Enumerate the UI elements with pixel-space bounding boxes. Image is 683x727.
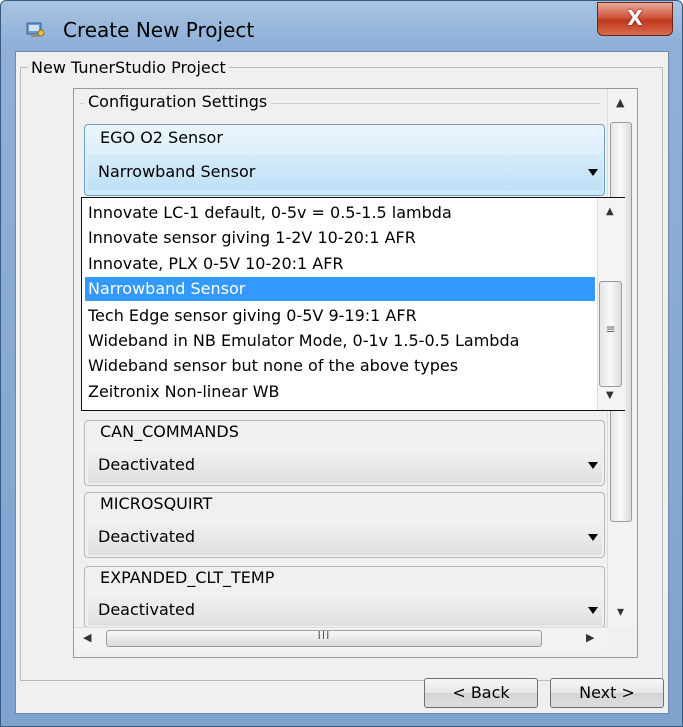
dropdown-scroll-up-icon[interactable]: ▲ xyxy=(606,206,614,217)
dropdown-scroll-down-icon[interactable]: ▼ xyxy=(606,390,614,401)
scroll-grip-icon: III xyxy=(317,629,331,642)
ego-sensor-value: Narrowband Sensor xyxy=(98,162,256,181)
scroll-right-icon[interactable]: ▶ xyxy=(586,631,594,644)
dropdown-option-selected[interactable]: Narrowband Sensor xyxy=(85,277,595,301)
chevron-down-icon xyxy=(588,169,598,176)
ego-sensor-select[interactable]: Narrowband Sensor xyxy=(88,154,602,190)
scroll-grip-icon: ≡ xyxy=(605,322,616,336)
microsquirt-value: Deactivated xyxy=(98,527,196,546)
window-title: Create New Project xyxy=(63,18,255,42)
dropdown-scroll-thumb[interactable]: ≡ xyxy=(599,281,622,387)
close-button[interactable]: X xyxy=(597,2,673,36)
scroll-up-icon[interactable]: ▲ xyxy=(616,96,624,109)
dropdown-option[interactable]: Innovate LC-1 default, 0-5v = 0.5-1.5 la… xyxy=(85,201,595,225)
can-commands-value: Deactivated xyxy=(98,455,196,474)
back-button[interactable]: < Back xyxy=(424,678,538,708)
close-icon: X xyxy=(627,6,643,30)
dropdown-option[interactable]: Tech Edge sensor giving 0-5V 9-19:1 AFR xyxy=(85,304,595,328)
scroll-down-icon[interactable]: ▾ xyxy=(617,604,624,620)
expanded-clt-temp-value: Deactivated xyxy=(98,600,196,619)
microsquirt-select[interactable]: Deactivated xyxy=(88,519,602,555)
scroll-left-icon[interactable]: ◀ xyxy=(83,631,91,644)
chevron-down-icon xyxy=(588,607,598,614)
project-group-label: New TunerStudio Project xyxy=(28,58,229,77)
config-settings-label: Configuration Settings xyxy=(84,92,272,111)
title-bar[interactable]: Create New Project X xyxy=(1,1,682,51)
app-icon xyxy=(26,22,45,37)
next-button[interactable]: Next > xyxy=(550,678,664,708)
microsquirt-label: MICROSQUIRT xyxy=(98,494,215,513)
dropdown-option[interactable]: Wideband sensor but none of the above ty… xyxy=(85,354,595,378)
dropdown-option[interactable]: Zeitronix Non-linear WB xyxy=(85,380,595,404)
expanded-clt-temp-label: EXPANDED_CLT_TEMP xyxy=(98,568,277,587)
can-commands-label: CAN_COMMANDS xyxy=(98,422,241,441)
dropdown-option[interactable]: Wideband in NB Emulator Mode, 0-1v 1.5-0… xyxy=(85,329,595,353)
dropdown-option[interactable]: Innovate, PLX 0-5V 10-20:1 AFR xyxy=(85,252,595,276)
chevron-down-icon xyxy=(588,534,598,541)
expanded-clt-temp-select[interactable]: Deactivated xyxy=(88,592,602,626)
ego-sensor-label: EGO O2 Sensor xyxy=(100,128,223,147)
can-commands-select[interactable]: Deactivated xyxy=(88,447,602,483)
chevron-down-icon xyxy=(588,462,598,469)
ego-sensor-dropdown-list[interactable]: Innovate LC-1 default, 0-5v = 0.5-1.5 la… xyxy=(81,197,625,411)
settings-horizontal-scroll-thumb[interactable]: III xyxy=(106,629,542,647)
dropdown-option[interactable]: Innovate sensor giving 1-2V 10-20:1 AFR xyxy=(85,226,595,250)
